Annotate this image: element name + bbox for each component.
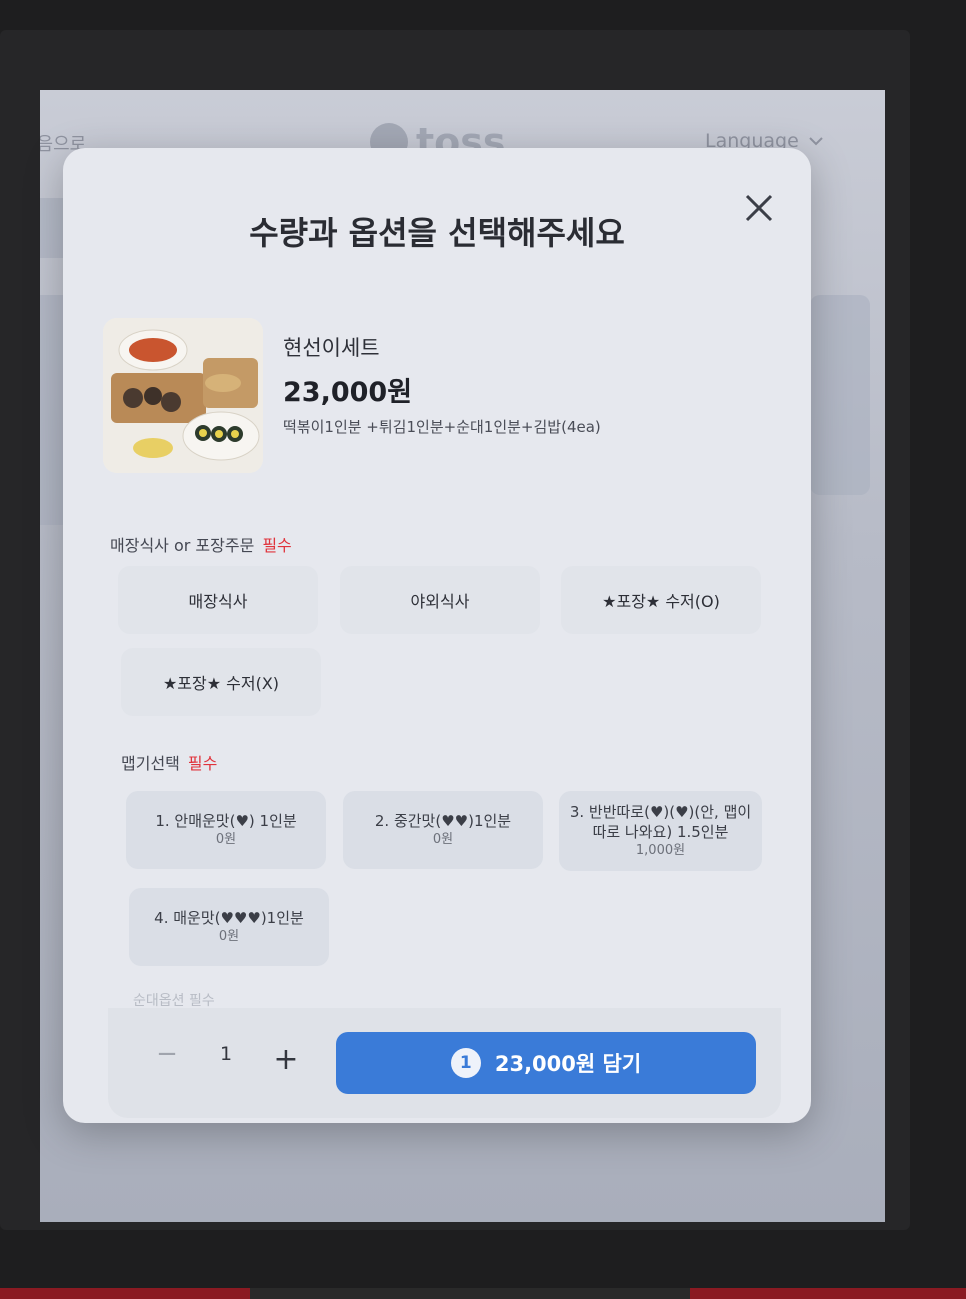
quantity-badge: 1 — [450, 1048, 481, 1078]
product-price: 23,000원 — [283, 377, 413, 408]
close-button[interactable] — [743, 192, 775, 224]
option-takeout-with-utensils[interactable]: ★포장★ 수저(O) — [561, 566, 761, 634]
option-label: 3. 반반따로(♥)(♥)(안, 맵이 따로 나와요) 1.5인분 — [569, 803, 752, 841]
option-modal: 수량과 옵션을 선택해주세요 현선이세트 23,000원 떡볶이1인분 +튀김1… — [63, 148, 811, 1123]
food-image-icon — [103, 318, 263, 473]
option-outdoor[interactable]: 야외식사 — [340, 566, 540, 634]
product-name: 현선이세트 — [283, 336, 380, 360]
spicy-option-half-half[interactable]: 3. 반반따로(♥)(♥)(안, 맵이 따로 나와요) 1.5인분 1,000원 — [559, 791, 762, 871]
quantity-increase-button[interactable]: + — [261, 1034, 311, 1084]
product-description: 떡볶이1인분 +튀김1인분+순대1인분+김밥(4ea) — [283, 418, 601, 436]
option-dine-in[interactable]: 매장식사 — [118, 566, 318, 634]
next-section-label: 순대옵션 필수 — [133, 993, 215, 1009]
kiosk-base-trim — [0, 1288, 966, 1299]
spicy-option-hot[interactable]: 4. 매운맛(♥♥♥)1인분 0원 — [129, 888, 329, 966]
quantity-value: 1 — [219, 1043, 233, 1065]
background-menu-card — [810, 295, 870, 495]
option-price: 1,000원 — [635, 843, 686, 858]
modal-title: 수량과 옵션을 선택해주세요 — [249, 214, 625, 252]
option-label: 4. 매운맛(♥♥♥)1인분 — [154, 909, 304, 927]
option-price: 0원 — [432, 832, 454, 847]
section-title: 매장식사 or 포장주문 — [110, 536, 255, 555]
spicy-option-mild[interactable]: 1. 안매운맛(♥) 1인분 0원 — [126, 791, 326, 869]
option-price: 0원 — [218, 929, 240, 944]
chevron-down-icon — [809, 137, 823, 146]
section-title: 맵기선택 — [121, 754, 180, 773]
close-icon — [745, 194, 773, 222]
product-image — [103, 318, 263, 473]
option-takeout-no-utensils[interactable]: ★포장★ 수저(X) — [121, 648, 321, 716]
kiosk-base-segment — [250, 1288, 690, 1299]
required-badge: 필수 — [187, 754, 218, 773]
spicy-option-medium[interactable]: 2. 중간맛(♥♥)1인분 0원 — [343, 791, 543, 869]
add-to-cart-button[interactable]: 1 23,000원 담기 — [336, 1032, 756, 1094]
add-to-cart-label: 23,000원 담기 — [494, 1052, 642, 1076]
quantity-decrease-button[interactable]: − — [145, 1032, 189, 1076]
dine-option-section-label: 매장식사 or 포장주문 필수 — [110, 532, 292, 556]
option-price: 0원 — [215, 832, 237, 847]
option-label: 1. 안매운맛(♥) 1인분 — [155, 812, 297, 830]
option-label: 2. 중간맛(♥♥)1인분 — [374, 812, 512, 830]
spicy-section-label: 맵기선택 필수 — [121, 750, 217, 774]
required-badge: 필수 — [262, 536, 292, 555]
